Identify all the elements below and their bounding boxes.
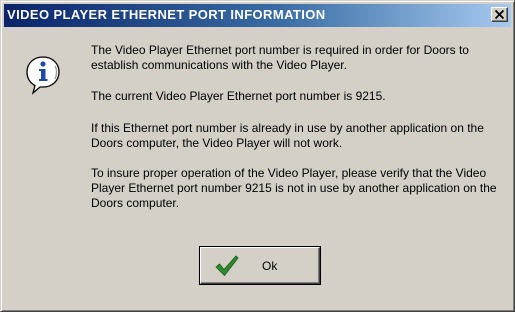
message-text: The Video Player Ethernet port number is… — [91, 43, 469, 72]
close-button[interactable] — [491, 7, 508, 22]
message-text: To insure proper operation of the Video … — [91, 166, 497, 210]
dialog-title: VIDEO PLAYER ETHERNET PORT INFORMATION — [7, 7, 326, 22]
ok-button-face: Ok — [200, 247, 320, 284]
close-icon — [495, 10, 504, 19]
ok-button[interactable]: Ok — [199, 246, 321, 285]
title-bar[interactable]: VIDEO PLAYER ETHERNET PORT INFORMATION — [4, 4, 511, 27]
dialog-window: VIDEO PLAYER ETHERNET PORT INFORMATION T… — [0, 0, 515, 312]
info-icon — [26, 56, 60, 95]
message-text: The current Video Player Ethernet port n… — [91, 89, 386, 103]
checkmark-icon — [215, 255, 239, 277]
ok-button-label: Ok — [262, 259, 278, 273]
message-text: If this Ethernet port number is already … — [91, 121, 484, 150]
